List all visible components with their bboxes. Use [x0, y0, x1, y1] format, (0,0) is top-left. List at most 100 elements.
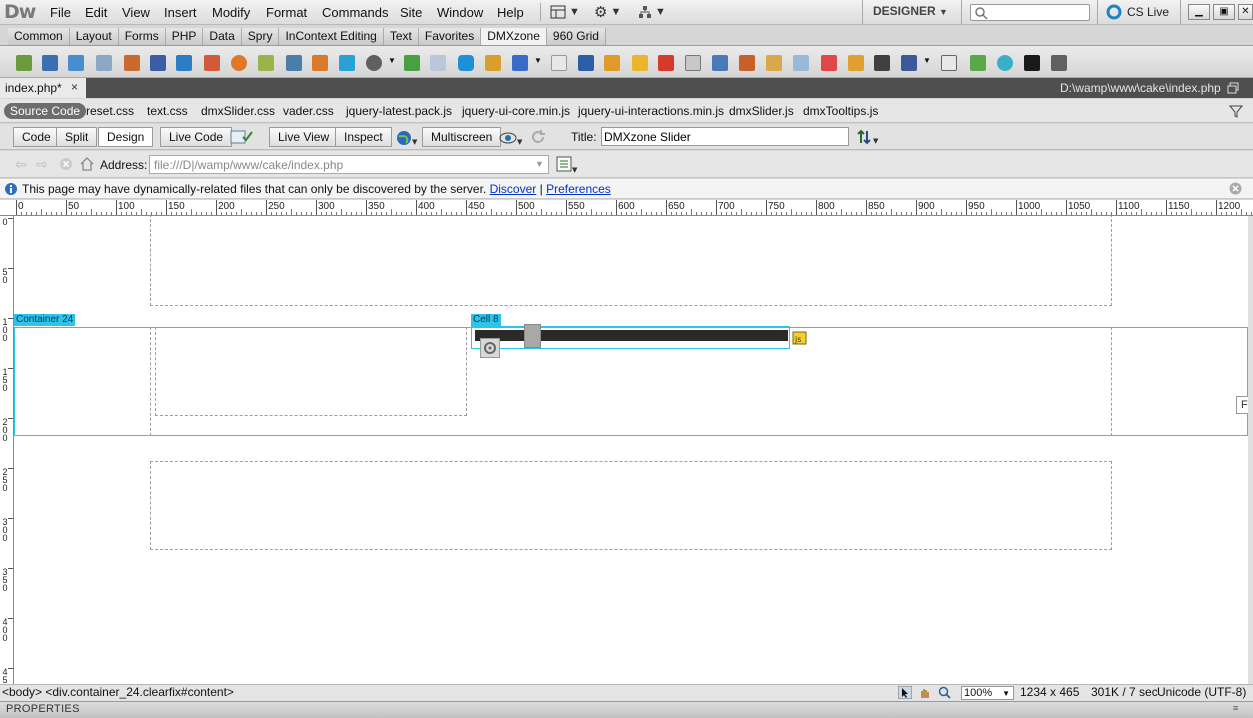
- tab-incontext-editing[interactable]: InContext Editing: [279, 28, 384, 45]
- home-icon[interactable]: [80, 157, 94, 171]
- puzzle-icon[interactable]: [485, 55, 501, 71]
- calendar-date-icon[interactable]: [312, 55, 328, 71]
- filter-icon[interactable]: [1229, 104, 1243, 118]
- panel-options-icon[interactable]: ≡: [1233, 703, 1238, 713]
- link-icon[interactable]: [68, 55, 84, 71]
- window-size[interactable]: 1234 x 465: [1020, 685, 1079, 699]
- menu-commands[interactable]: Commands: [322, 5, 388, 20]
- terminal-icon[interactable]: [1024, 55, 1040, 71]
- restore-window-icon[interactable]: [1227, 82, 1239, 94]
- related-file[interactable]: dmxSlider.js: [729, 104, 794, 118]
- related-file[interactable]: jquery-ui-core.min.js: [462, 104, 570, 118]
- film-icon[interactable]: [766, 55, 782, 71]
- menu-insert[interactable]: Insert: [164, 5, 197, 20]
- minimize-button[interactable]: ▁: [1188, 4, 1210, 20]
- address-input[interactable]: [149, 155, 549, 174]
- menu-view[interactable]: View: [122, 5, 150, 20]
- fullscreen-icon[interactable]: [941, 55, 957, 71]
- related-file[interactable]: vader.css: [283, 104, 334, 118]
- browser-options-icon[interactable]: ▼: [556, 156, 578, 174]
- pause-icon[interactable]: [997, 55, 1013, 71]
- extend-menu-button[interactable]: ⚙ ▼: [594, 3, 621, 21]
- chevron-down-icon[interactable]: ▼: [535, 159, 544, 169]
- slider-handle[interactable]: [524, 324, 541, 348]
- layout-icon[interactable]: [793, 55, 809, 71]
- settings-panel-icon[interactable]: [1051, 55, 1067, 71]
- hand-tool-icon[interactable]: [918, 686, 932, 699]
- related-file[interactable]: dmxSlider.css: [201, 104, 275, 118]
- vertical-scrollbar[interactable]: [1248, 216, 1253, 684]
- discover-link[interactable]: Discover: [490, 182, 537, 196]
- close-button[interactable]: ✕: [1238, 4, 1253, 20]
- slider-track[interactable]: [475, 330, 788, 341]
- back-arrow-icon[interactable]: ⇦: [15, 156, 27, 173]
- help-search-input[interactable]: [970, 4, 1090, 21]
- tab-text[interactable]: Text: [383, 28, 419, 45]
- visual-aids-button[interactable]: ▼: [499, 129, 525, 147]
- zoom-select[interactable]: 100% ▼: [961, 686, 1014, 700]
- site-menu-button[interactable]: ▼: [638, 3, 666, 21]
- menu-edit[interactable]: Edit: [85, 5, 107, 20]
- multiscreen-button[interactable]: Multiscreen: [422, 127, 502, 147]
- document-icon[interactable]: [430, 55, 446, 71]
- headphones-icon[interactable]: [366, 55, 382, 71]
- lightbox-icon[interactable]: [970, 55, 986, 71]
- inspect-button[interactable]: Inspect: [335, 127, 392, 147]
- split-view-button[interactable]: Split: [56, 127, 98, 147]
- page-title-input[interactable]: [601, 127, 849, 146]
- window-icon[interactable]: [512, 55, 528, 71]
- slideshow-icon[interactable]: [848, 55, 864, 71]
- live-view-button[interactable]: Live View: [269, 127, 339, 147]
- page-icon[interactable]: [551, 55, 567, 71]
- grid-block-bottom[interactable]: [150, 461, 1112, 550]
- twitter-icon[interactable]: [339, 55, 355, 71]
- slider-widget-badge[interactable]: [480, 338, 500, 358]
- related-file[interactable]: jquery-ui-interactions.min.js: [578, 104, 724, 118]
- refresh-icon[interactable]: [530, 129, 546, 145]
- related-file[interactable]: text.css: [147, 104, 188, 118]
- form-icon[interactable]: [204, 55, 220, 71]
- container-label[interactable]: Container 24: [14, 314, 76, 326]
- tab-960-grid[interactable]: 960 Grid: [546, 28, 606, 45]
- tab-common[interactable]: Common: [8, 28, 70, 45]
- tab-favorites[interactable]: Favorites: [418, 28, 482, 45]
- feed-icon[interactable]: [712, 55, 728, 71]
- forward-arrow-icon[interactable]: ⇨: [36, 156, 48, 173]
- chart-icon[interactable]: [404, 55, 420, 71]
- chevron-down-icon[interactable]: ▼: [923, 56, 931, 65]
- related-file[interactable]: dmxTooltips.js: [803, 104, 878, 118]
- close-infobar-icon[interactable]: [1229, 182, 1242, 195]
- table-icon[interactable]: [685, 55, 701, 71]
- grid-icon[interactable]: [176, 55, 192, 71]
- maximize-button[interactable]: ▣: [1213, 4, 1235, 20]
- script-marker-icon[interactable]: js: [792, 330, 808, 346]
- folder-icon[interactable]: [632, 55, 648, 71]
- image-icon[interactable]: [42, 55, 58, 71]
- gallery-icon[interactable]: [124, 55, 140, 71]
- tag-selector[interactable]: <body> <div.container_24.clearfix#conten…: [2, 685, 234, 699]
- script-icon[interactable]: [258, 55, 274, 71]
- widget-icon[interactable]: [458, 55, 474, 71]
- preferences-link[interactable]: Preferences: [546, 182, 611, 196]
- clapboard-icon[interactable]: [874, 55, 890, 71]
- live-code-button[interactable]: Live Code: [160, 127, 233, 147]
- tab-layout[interactable]: Layout: [69, 28, 119, 45]
- menu-window[interactable]: Window: [437, 5, 483, 20]
- rss-icon[interactable]: [231, 55, 247, 71]
- monitor-icon[interactable]: [286, 55, 302, 71]
- menu-help[interactable]: Help: [497, 5, 524, 20]
- zoom-tool-icon[interactable]: [938, 686, 952, 699]
- close-tab-icon[interactable]: ×: [71, 80, 78, 94]
- stack-icon[interactable]: [604, 55, 620, 71]
- list-icon[interactable]: [578, 55, 594, 71]
- workspace-switcher[interactable]: DESIGNER ▼: [873, 4, 948, 18]
- menu-modify[interactable]: Modify: [212, 5, 250, 20]
- layout-menu-button[interactable]: ▼: [550, 3, 580, 21]
- related-file[interactable]: jquery-latest.pack.js: [346, 104, 452, 118]
- video-icon[interactable]: [658, 55, 674, 71]
- flash-icon[interactable]: [16, 55, 32, 71]
- related-file[interactable]: reset.css: [86, 104, 134, 118]
- photo-icon[interactable]: [739, 55, 755, 71]
- file-management-icon[interactable]: ▼: [856, 128, 880, 146]
- grid-block-top[interactable]: [150, 216, 1112, 306]
